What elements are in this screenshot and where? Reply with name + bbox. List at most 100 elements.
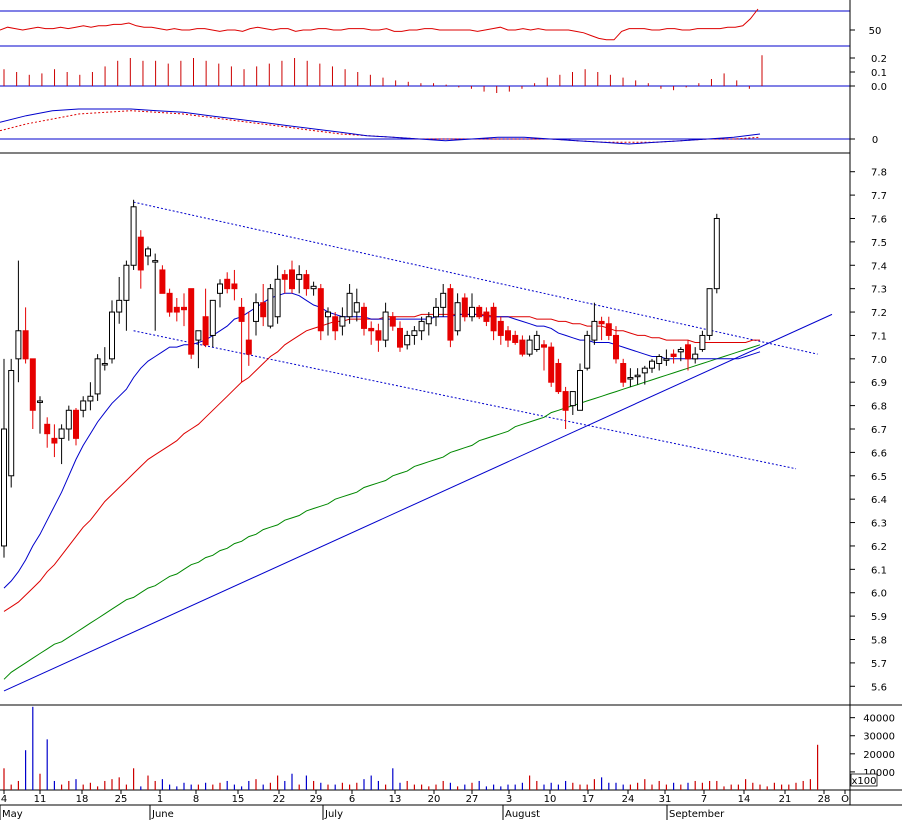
- stock-chart: 50 0.2 0.1 0.0 0 5.6 5.7 5.8 5.9 6.0 6.1 6.2 6.3 6…: [0, 0, 902, 820]
- candle-body: [123, 264, 130, 301]
- candle-body: [382, 311, 389, 341]
- candle: [562, 386, 569, 429]
- candle-body: [447, 288, 454, 341]
- candle-body: [476, 306, 483, 318]
- candle: [1, 358, 7, 558]
- price-tick-label: 7.5: [871, 238, 887, 249]
- month-label: September: [669, 809, 725, 820]
- candle-body: [620, 363, 627, 383]
- candle: [476, 305, 483, 320]
- candle: [685, 340, 691, 371]
- rsi-tick-label: 50: [869, 26, 882, 37]
- date-tick-label: 25: [115, 794, 128, 805]
- candle: [209, 299, 216, 348]
- candle-body: [699, 334, 706, 350]
- date-tick-label: 11: [34, 794, 47, 805]
- candle: [181, 293, 187, 327]
- candle-body: [195, 330, 202, 341]
- candle: [454, 293, 461, 336]
- candle-body: [238, 306, 245, 322]
- macd-panel: 0: [0, 108, 878, 146]
- candle-body: [289, 269, 295, 290]
- x-axis: 4 11 18 25 1 8 15 22 29 6 13 20 27 3 10 17 24 31 7 14 21 28 OM…: [0, 790, 902, 820]
- candle: [289, 260, 295, 294]
- candle-body: [310, 285, 317, 290]
- month-label: August: [505, 809, 540, 820]
- candle: [591, 302, 598, 345]
- candle-body: [188, 288, 195, 355]
- price-tick-label: 5.8: [871, 636, 887, 647]
- price-tick-label: 6.3: [871, 519, 887, 530]
- candle-body: [461, 297, 468, 318]
- candle: [425, 312, 432, 336]
- candle-body: [483, 311, 490, 322]
- candle: [260, 283, 267, 327]
- candle-body: [533, 334, 540, 350]
- candle-body: [497, 320, 504, 336]
- candle-body: [512, 334, 519, 343]
- candle: [627, 368, 634, 387]
- candle-body: [569, 391, 576, 407]
- candle-body: [22, 330, 29, 360]
- price-tick-label: 6.1: [871, 565, 887, 576]
- candle: [22, 307, 29, 364]
- date-tick-label: 29: [310, 794, 323, 805]
- candle: [274, 265, 281, 324]
- volume-tick-label: 30000: [863, 732, 895, 743]
- candle: [713, 213, 720, 294]
- candle-body: [505, 330, 511, 341]
- candle-body: [145, 248, 151, 257]
- candle-body: [541, 344, 547, 348]
- candle: [195, 330, 202, 369]
- candle: [267, 283, 274, 329]
- candle: [73, 407, 79, 446]
- candle: [296, 265, 303, 294]
- momentum-tick-label: 0.2: [871, 54, 887, 65]
- candle-body: [685, 344, 691, 360]
- volume-multiplier-badge: x100: [850, 773, 878, 787]
- candle-body: [101, 363, 108, 366]
- candle: [569, 391, 576, 415]
- candle-body: [361, 306, 367, 329]
- candle: [526, 335, 533, 357]
- candle-body: [231, 283, 238, 290]
- candle: [613, 326, 619, 364]
- date-tick-label: 10: [544, 794, 557, 805]
- candle: [519, 335, 526, 357]
- candle: [87, 382, 94, 411]
- candle: [58, 424, 65, 465]
- candle: [461, 293, 468, 322]
- candle: [123, 260, 130, 331]
- candle-body: [641, 367, 648, 374]
- candle-body: [656, 355, 663, 365]
- candle-body: [166, 292, 173, 313]
- candle: [577, 363, 583, 411]
- candle: [37, 396, 43, 434]
- date-tick-label: 27: [466, 794, 479, 805]
- date-tick-label: 3: [506, 794, 512, 805]
- price-tick-label: 7.1: [871, 331, 887, 342]
- candle: [137, 230, 144, 289]
- volume-panel: 40000300002000010000x100: [0, 706, 902, 791]
- candle: [440, 283, 447, 317]
- candle: [483, 307, 490, 327]
- candle: [44, 417, 51, 448]
- candle: [145, 246, 151, 266]
- candle: [245, 312, 252, 366]
- candle: [346, 283, 353, 324]
- candle: [325, 307, 331, 336]
- macd-signal-line: [0, 110, 761, 143]
- macd-tick-label: 0: [872, 135, 878, 146]
- candle-body: [519, 339, 526, 355]
- price-tick-label: 6.2: [871, 542, 887, 553]
- price-tick-label: 7.0: [871, 355, 887, 366]
- candle-body: [217, 283, 223, 294]
- candle-body: [375, 330, 382, 341]
- candle: [541, 340, 547, 371]
- date-tick-label: 18: [76, 794, 89, 805]
- candle: [382, 302, 389, 348]
- candle-body: [80, 400, 87, 411]
- candle: [166, 288, 173, 317]
- candle-body: [245, 339, 252, 355]
- date-tick-label: 6: [349, 794, 355, 805]
